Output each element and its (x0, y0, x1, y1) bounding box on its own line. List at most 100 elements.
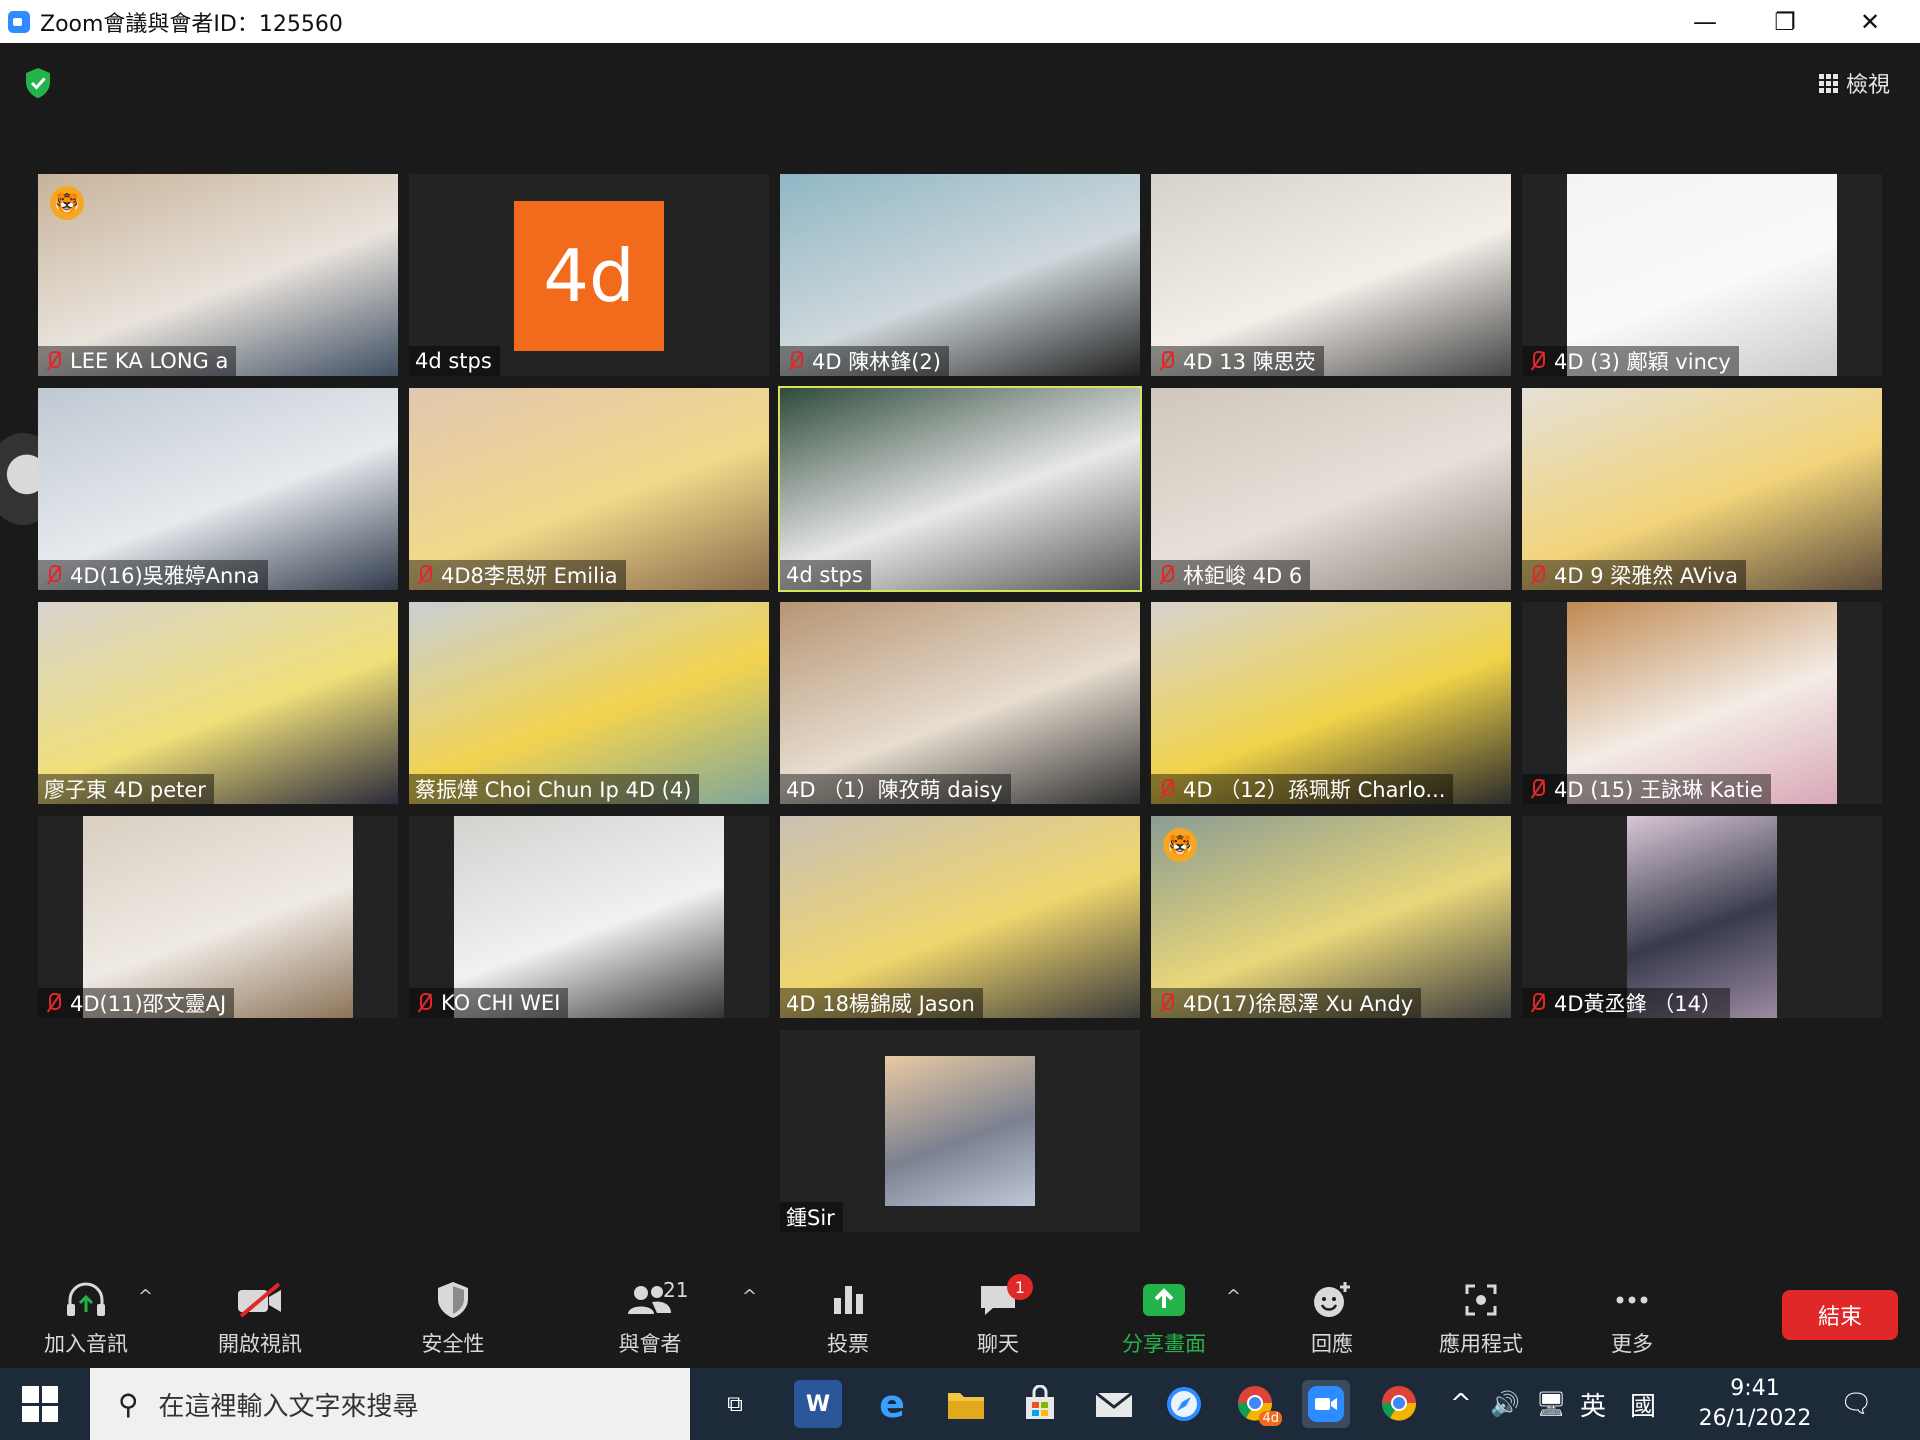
participant-tile[interactable]: 林鉅峻 4D 6 (1151, 388, 1511, 590)
windows-taskbar: ⚲ 在這裡輸入文字來搜尋 ⧉ W e 4d ^ 🔊 🖥 英 國 9:41 26/… (0, 1368, 1920, 1440)
network-icon[interactable]: 🖥 (1536, 1368, 1566, 1440)
tray-overflow-icon[interactable]: ^ (1450, 1368, 1472, 1440)
view-label: 檢視 (1845, 73, 1890, 98)
close-button[interactable]: ✕ (1830, 0, 1910, 43)
participant-name: 4d stps (786, 563, 863, 587)
mic-muted-icon (1528, 564, 1546, 586)
participants-label: 與會者 (618, 1332, 682, 1356)
participant-tile[interactable]: 4D8李思妍 Emilia (409, 388, 769, 590)
participants-options-caret[interactable]: ^ (742, 1286, 757, 1307)
participants-count: 21 (663, 1278, 689, 1302)
participant-name-bar: 4D （1）陳孜萌 daisy (780, 774, 1011, 804)
participant-avatar-logo: 4d (514, 201, 664, 351)
participant-tile[interactable]: 4D 9 梁雅然 AViva (1522, 388, 1882, 590)
participant-name-bar: 4D(17)徐恩澤 Xu Andy (1151, 988, 1422, 1018)
mic-muted-icon (44, 992, 62, 1014)
volume-icon[interactable]: 🔊 (1490, 1368, 1520, 1440)
chrome-icon[interactable] (1376, 1380, 1424, 1428)
tiger-reaction-icon: 🐯 (1163, 828, 1197, 862)
participant-name-bar: KO CHI WEI (409, 988, 569, 1018)
security-shield-icon[interactable] (24, 67, 52, 99)
tiger-reaction-icon: 🐯 (50, 186, 84, 220)
chat-unread-badge: 1 (1007, 1274, 1033, 1300)
start-video-button[interactable]: 開啟視訊 (190, 1278, 330, 1358)
zoom-app-icon (8, 10, 30, 33)
participant-name-bar: 4d stps (780, 560, 871, 590)
word-icon[interactable]: W (794, 1380, 842, 1428)
reactions-button[interactable]: 回應 (1262, 1278, 1402, 1358)
apps-icon (1461, 1278, 1501, 1322)
participant-tile[interactable]: 4d 4d stps (409, 174, 769, 376)
apps-button[interactable]: 應用程式 (1411, 1278, 1551, 1358)
participant-tile[interactable]: 🐯 4D(17)徐恩澤 Xu Andy (1151, 816, 1511, 1018)
participant-tile[interactable]: 4D黃丞鋒 （14） (1522, 816, 1882, 1018)
participant-tile[interactable]: 4d stps (778, 386, 1142, 592)
chrome-profile-icon[interactable]: 4d (1232, 1380, 1282, 1428)
edge-icon[interactable]: e (868, 1380, 916, 1428)
store-icon[interactable] (1016, 1380, 1064, 1428)
view-button[interactable]: 檢視 (1811, 63, 1898, 103)
participant-tile[interactable]: 4D 18楊錦威 Jason (780, 816, 1140, 1018)
grid-view-icon (1818, 73, 1838, 93)
participant-tile[interactable]: 4D （12）孫珮斯 Charlo... (1151, 602, 1511, 804)
more-button[interactable]: 更多 (1562, 1278, 1702, 1358)
participant-name-bar: LEE KA LONG a (38, 346, 237, 376)
participant-name: 4D （1）陳孜萌 daisy (786, 778, 1003, 802)
participant-name-bar: 4D8李思妍 Emilia (409, 560, 626, 590)
participant-name: 廖子東 4D peter (44, 778, 206, 802)
participant-tile[interactable]: 4D (3) 鄺穎 vincy (1522, 174, 1882, 376)
mic-muted-icon (786, 350, 804, 372)
mic-muted-icon (415, 564, 433, 586)
share-screen-icon (1141, 1278, 1187, 1322)
join-audio-button[interactable]: 加入音訊 (16, 1278, 156, 1358)
system-clock[interactable]: 9:41 26/1/2022 (1690, 1374, 1820, 1434)
participant-name-bar: 4D 陳林鋒(2) (780, 346, 949, 376)
share-options-caret[interactable]: ^ (1226, 1286, 1241, 1307)
participant-name-bar: 鍾Sir (780, 1202, 843, 1232)
ime-mode-icon[interactable]: 國 (1630, 1368, 1656, 1440)
participant-tile[interactable]: 鍾Sir (780, 1030, 1140, 1232)
participant-tile[interactable]: 4D(16)吳雅婷Anna (38, 388, 398, 590)
participants-button[interactable]: 21 與會者 (580, 1278, 720, 1358)
zoom-taskbar-icon[interactable] (1302, 1380, 1350, 1428)
taskbar-search-box[interactable]: ⚲ 在這裡輸入文字來搜尋 (90, 1368, 690, 1440)
mic-muted-icon (1157, 778, 1175, 800)
participant-tile[interactable]: 蔡振燁 Choi Chun Ip 4D (4) (409, 602, 769, 804)
notification-center-icon[interactable]: 🗨 (1840, 1368, 1873, 1440)
more-dots-icon (1612, 1278, 1652, 1322)
windows-start-icon[interactable] (22, 1386, 58, 1422)
window-title: Zoom會議與會者ID：125560 (40, 11, 343, 37)
ime-language-indicator[interactable]: 英 (1580, 1368, 1606, 1440)
participant-tile[interactable]: 4D 陳林鋒(2) (780, 174, 1140, 376)
mail-icon[interactable] (1090, 1380, 1138, 1428)
participant-name: 4D (3) 鄺穎 vincy (1554, 350, 1731, 374)
mic-muted-icon (415, 992, 433, 1014)
chat-label: 聊天 (977, 1332, 1019, 1356)
chat-button[interactable]: 1 聊天 (928, 1274, 1068, 1358)
participant-tile[interactable]: 4D(11)邵文靈AJ (38, 816, 398, 1018)
participant-tile[interactable]: 4D 13 陳思荧 (1151, 174, 1511, 376)
meeting-controls: 加入音訊 ^ 開啟視訊 安全性 21 與會者 ^ 投票 1 聊天 分享畫面 ^ … (0, 1268, 1920, 1368)
participant-tile[interactable]: 廖子東 4D peter (38, 602, 398, 804)
participant-name: LEE KA LONG a (70, 349, 229, 373)
search-icon: ⚲ (118, 1387, 139, 1421)
audio-options-caret[interactable]: ^ (138, 1286, 153, 1307)
file-explorer-icon[interactable] (942, 1380, 990, 1428)
mic-muted-icon (1528, 350, 1546, 372)
polls-button[interactable]: 投票 (778, 1278, 918, 1358)
participant-tile[interactable]: 4D （1）陳孜萌 daisy (780, 602, 1140, 804)
minimize-button[interactable]: — (1665, 0, 1745, 43)
participant-tile[interactable]: 4D (15) 王詠琳 Katie (1522, 602, 1882, 804)
participant-tile[interactable]: 🐯 LEE KA LONG a (38, 174, 398, 376)
security-button[interactable]: 安全性 (383, 1278, 523, 1358)
restore-button[interactable]: ❐ (1745, 0, 1825, 43)
share-screen-label: 分享畫面 (1122, 1332, 1206, 1356)
safari-compass-icon[interactable] (1160, 1380, 1208, 1428)
end-meeting-button[interactable]: 結束 (1782, 1290, 1898, 1340)
participant-tile[interactable]: KO CHI WEI (409, 816, 769, 1018)
task-view-icon[interactable]: ⧉ (711, 1380, 759, 1428)
mic-muted-icon (44, 564, 62, 586)
chat-bubble-icon: 1 (977, 1274, 1033, 1322)
participant-name: 4D 9 梁雅然 AViva (1554, 564, 1738, 588)
share-screen-button[interactable]: 分享畫面 (1094, 1278, 1234, 1358)
